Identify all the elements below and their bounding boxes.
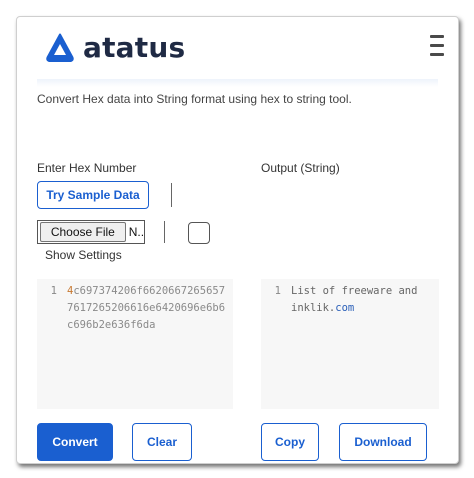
hex-input-text: 4c697374206f66206672656577617265206616e6… xyxy=(67,283,229,334)
logo[interactable]: atatus xyxy=(45,33,185,63)
file-name: N.. xyxy=(128,225,144,239)
convert-button[interactable]: Convert xyxy=(37,423,113,461)
string-output-editor[interactable]: 1 List of freeware and inklik.com xyxy=(261,279,439,409)
clear-button[interactable]: Clear xyxy=(132,423,192,461)
hex-input-editor[interactable]: 1 4c697374206f66206672656577617265206616… xyxy=(37,279,233,409)
choose-file-button[interactable]: Choose File xyxy=(40,222,126,242)
show-settings-label: Show Settings xyxy=(45,248,122,262)
settings-checkbox[interactable] xyxy=(188,222,210,244)
try-sample-data-button[interactable]: Try Sample Data xyxy=(37,181,149,209)
string-output-text: List of freeware and inklik.com xyxy=(291,283,433,317)
output-text-link: com xyxy=(335,302,355,314)
line-number: 1 xyxy=(274,285,281,297)
header-divider xyxy=(37,79,438,87)
copy-button[interactable]: Copy xyxy=(261,423,319,461)
download-button[interactable]: Download xyxy=(339,423,427,461)
app-frame: atatus Convert Hex data into String form… xyxy=(16,16,459,464)
header: atatus xyxy=(17,17,458,79)
hex-rest: c697374206f66206672656577617265206616e64… xyxy=(67,285,226,331)
file-input[interactable]: Choose File N.. xyxy=(37,220,145,244)
hamburger-icon[interactable] xyxy=(430,35,444,59)
tool-description: Convert Hex data into String format usin… xyxy=(37,92,352,106)
toolbar-divider-2 xyxy=(164,221,165,243)
output-label: Output (String) xyxy=(261,161,340,175)
toolbar-divider xyxy=(171,183,172,207)
atatus-logo-icon xyxy=(46,33,74,62)
input-label: Enter Hex Number xyxy=(37,161,137,175)
logo-text: atatus xyxy=(83,31,186,64)
line-number: 1 xyxy=(50,285,57,297)
